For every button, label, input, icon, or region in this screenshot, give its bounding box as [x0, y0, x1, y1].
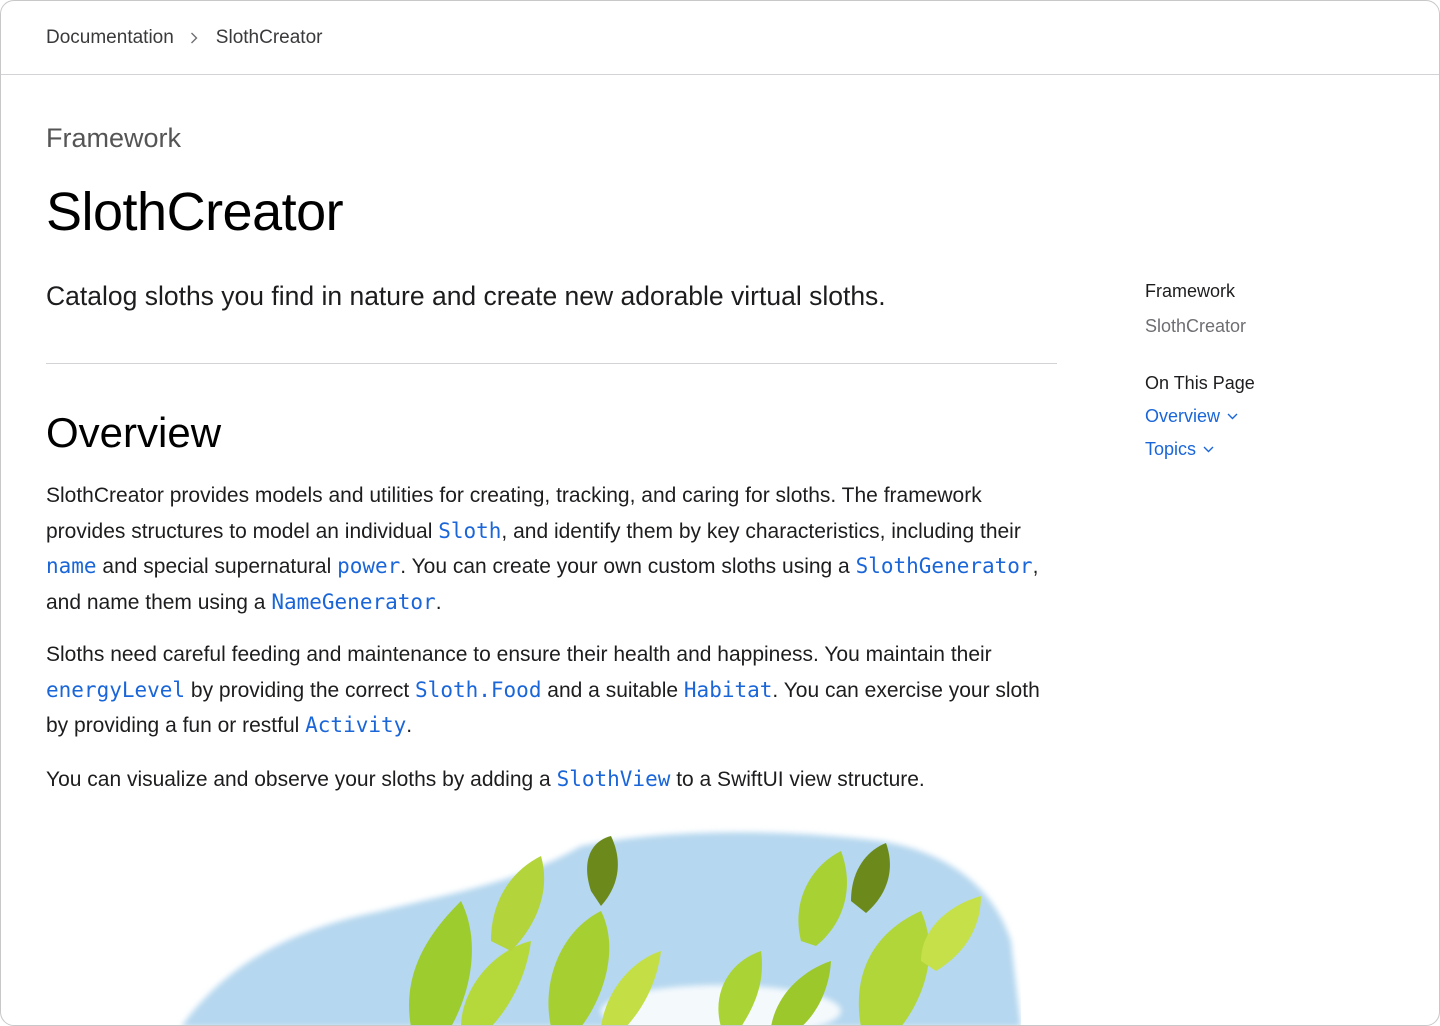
overview-paragraph-2: Sloths need careful feeding and maintena…	[46, 643, 1040, 737]
breadcrumb-item-current: SlothCreator	[215, 26, 323, 48]
link-habitat[interactable]: Habitat	[684, 678, 773, 702]
chevron-down-icon	[1203, 446, 1214, 453]
link-activity[interactable]: Activity	[305, 713, 406, 737]
link-power[interactable]: power	[337, 554, 400, 578]
breadcrumb: Documentation SlothCreator	[1, 1, 1439, 75]
chevron-right-icon	[190, 32, 198, 44]
page-eyebrow: Framework	[46, 123, 182, 153]
page-abstract: Catalog sloths you find in nature and cr…	[46, 281, 886, 311]
link-sloth-generator[interactable]: SlothGenerator	[856, 554, 1033, 578]
chevron-down-icon	[1227, 413, 1238, 420]
sloth-habitat-illustration	[182, 832, 1021, 1025]
link-name-generator[interactable]: NameGenerator	[271, 590, 435, 614]
page-title: SlothCreator	[46, 182, 344, 242]
page-sidebar: Framework SlothCreator On This Page Over…	[1145, 281, 1405, 460]
sidebar-link-topics[interactable]: Topics	[1145, 439, 1405, 460]
sidebar-name: SlothCreator	[1145, 316, 1247, 336]
link-sloth[interactable]: Sloth	[438, 519, 501, 543]
overview-paragraph-1: SlothCreator provides models and utiliti…	[46, 484, 1039, 614]
link-sloth-view[interactable]: SlothView	[557, 767, 671, 791]
overview-body: SlothCreator provides models and utiliti…	[46, 479, 1058, 815]
documentation-window: Documentation SlothCreator Framework Slo…	[0, 0, 1440, 1026]
overview-heading: Overview	[46, 409, 222, 456]
link-sloth-food[interactable]: Sloth.Food	[415, 678, 541, 702]
link-energy-level[interactable]: energyLevel	[46, 678, 185, 702]
section-divider	[46, 363, 1057, 364]
sidebar-link-overview[interactable]: Overview	[1145, 406, 1405, 427]
overview-paragraph-3: You can visualize and observe your sloth…	[46, 766, 925, 791]
sidebar-kind: Framework	[1145, 281, 1236, 301]
link-name[interactable]: name	[46, 554, 97, 578]
on-this-page-heading: On This Page	[1145, 373, 1255, 393]
breadcrumb-item-documentation[interactable]: Documentation	[46, 27, 174, 49]
